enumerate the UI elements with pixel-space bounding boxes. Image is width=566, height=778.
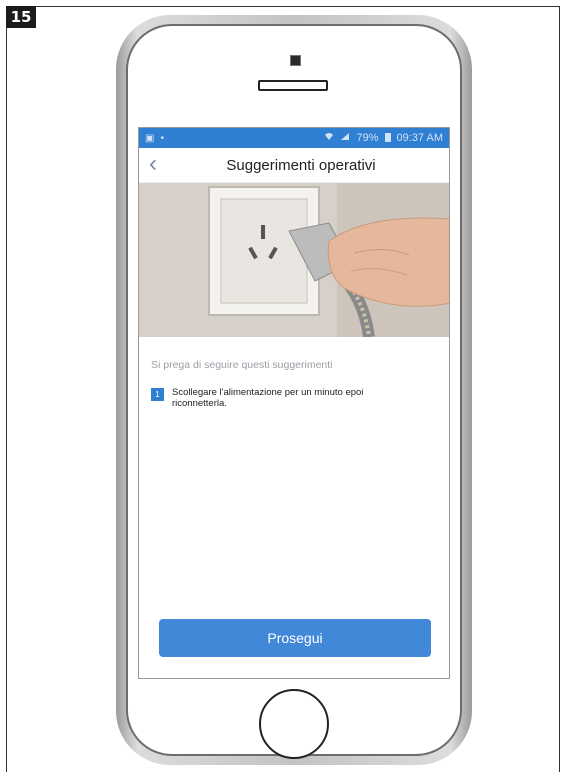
tip-number-badge: 1	[151, 388, 164, 401]
continue-button[interactable]: Prosegui	[159, 619, 431, 657]
list-item: 1 Scollegare l'alimentazione per un minu…	[151, 387, 449, 409]
battery-icon	[384, 132, 391, 145]
home-button[interactable]	[259, 689, 329, 759]
page-title: Suggerimenti operativi	[226, 156, 376, 174]
clock: 09:37 AM	[396, 132, 443, 144]
status-bar: ▣ • 79% 09:37 AM	[139, 128, 449, 148]
step-number-badge: 15	[6, 6, 36, 28]
tip-text: Scollegare l'alimentazione per un minuto…	[172, 387, 364, 409]
front-camera	[290, 55, 301, 66]
earpiece-speaker	[258, 80, 328, 91]
signal-icon	[340, 132, 350, 144]
nav-bar: ‹ Suggerimenti operativi	[139, 148, 449, 183]
chevron-left-icon[interactable]: ‹	[149, 152, 157, 176]
battery-percent: 79%	[356, 132, 379, 144]
gallery-icon: ▣	[145, 132, 155, 144]
dot-icon: •	[160, 132, 164, 144]
phone-screen: ▣ • 79% 09:37 AM ‹ Suggerimenti operativ…	[138, 127, 450, 679]
unplug-photo	[139, 183, 449, 337]
instruction-message: Si prega di seguire questi suggerimenti	[151, 359, 333, 371]
wifi-icon	[324, 132, 334, 144]
